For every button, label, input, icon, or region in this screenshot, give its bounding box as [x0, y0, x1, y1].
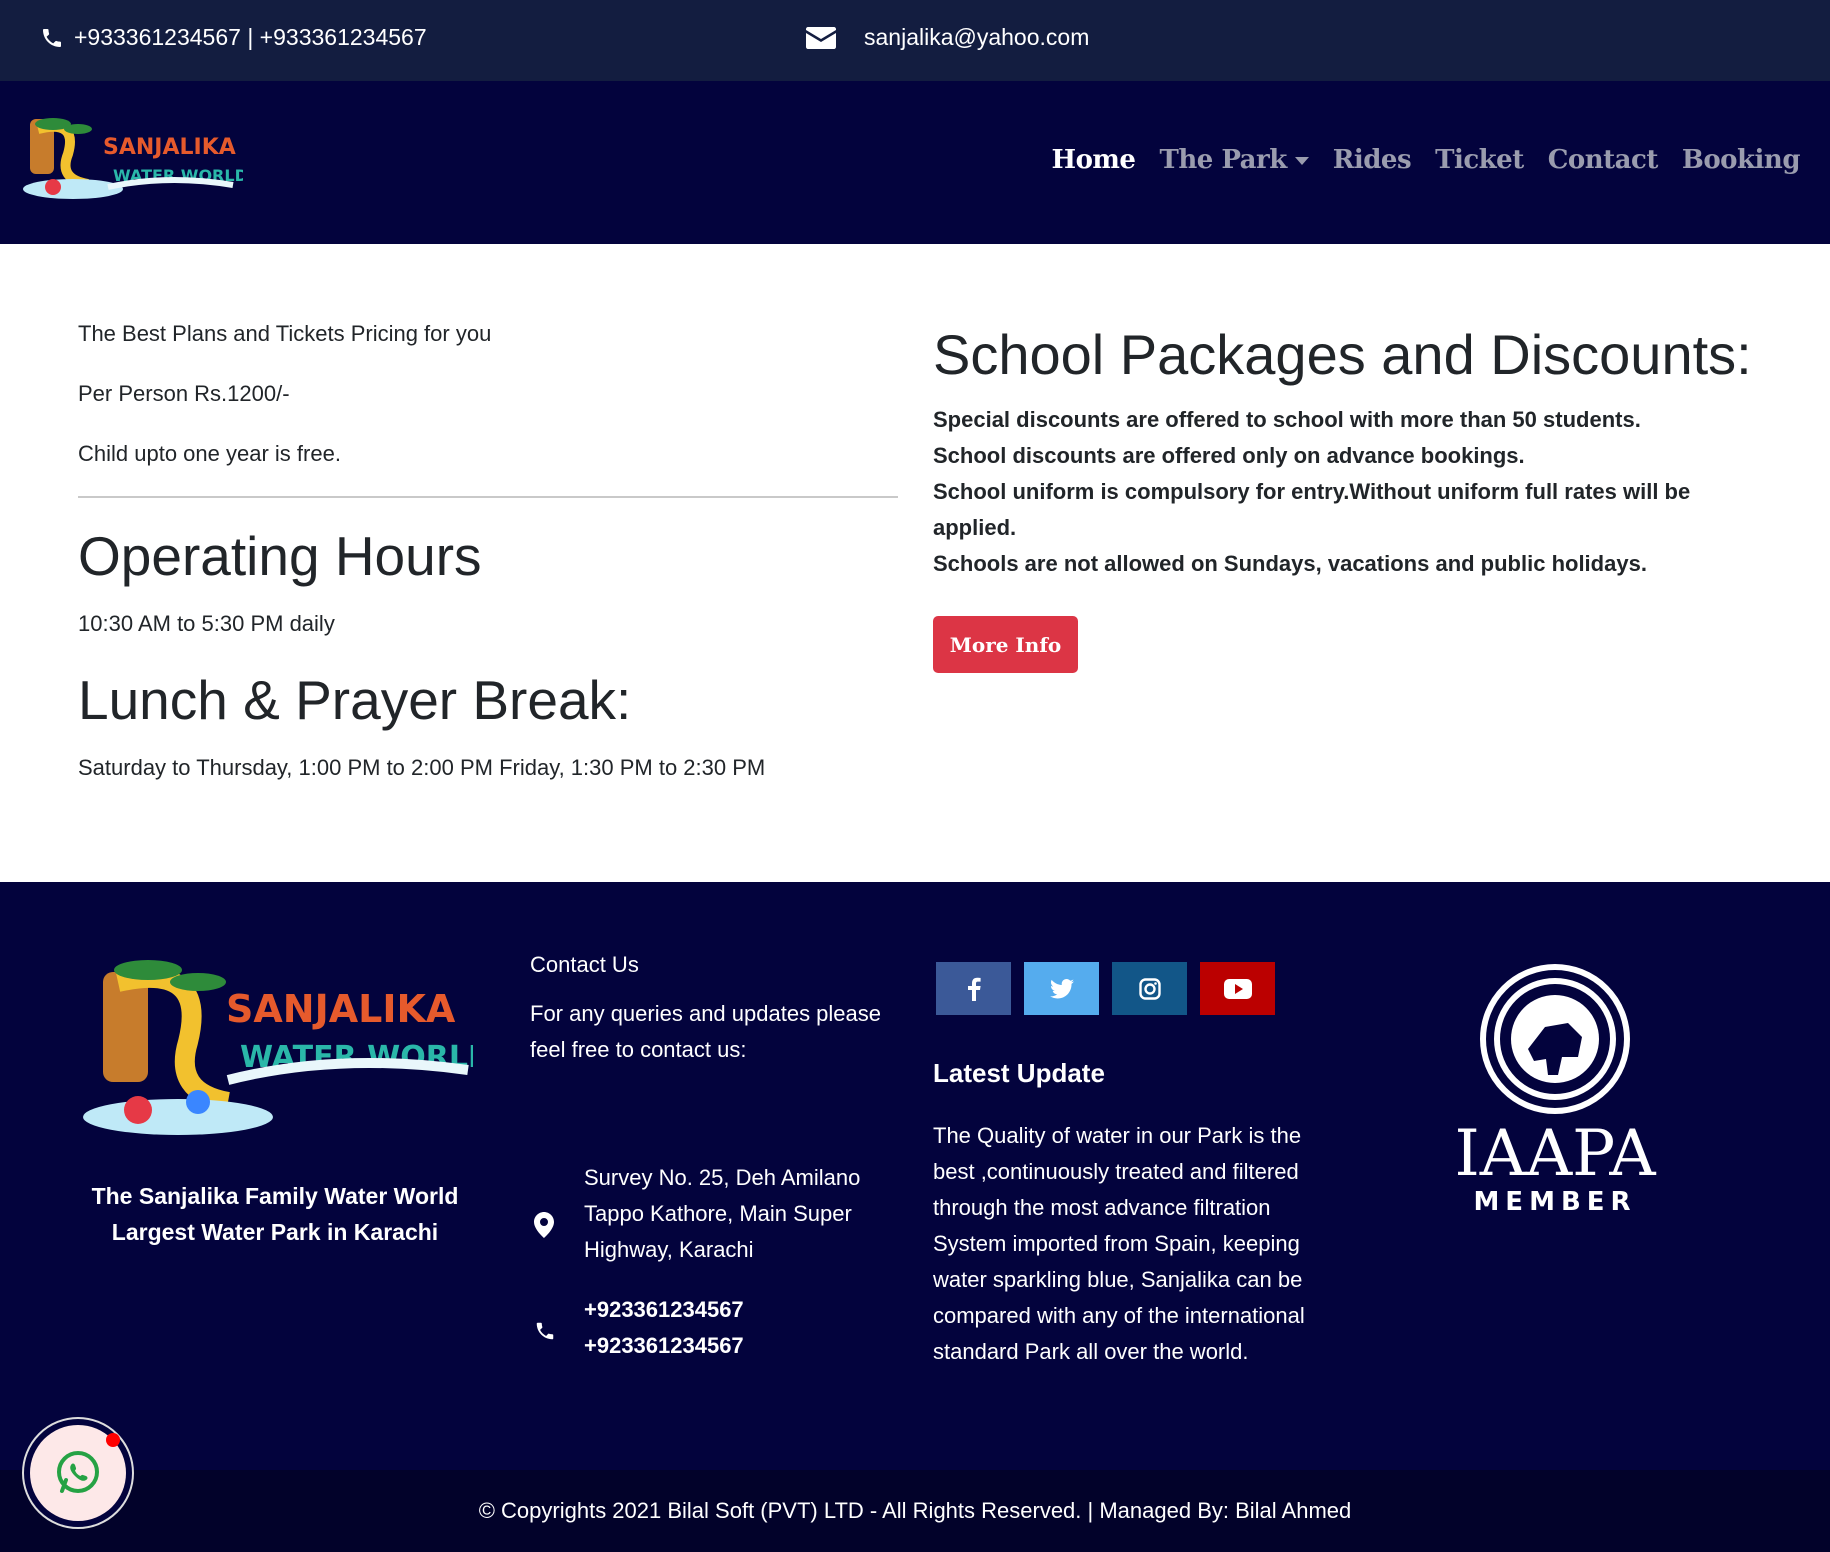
nav-the-park-label: The Park [1159, 145, 1287, 175]
facebook-icon [967, 977, 981, 1001]
school-line: Schools are not allowed on Sundays, vaca… [933, 551, 1647, 576]
footer: SANJALIKA WATER WORLD The Sanjalika Fami… [0, 882, 1830, 1470]
more-info-button[interactable]: More Info [933, 616, 1078, 673]
footer-tagline: The Sanjalika Family Water World Largest… [60, 1178, 490, 1250]
iaapa-member-logo: IAAPA MEMBER [1450, 957, 1660, 1217]
contact-desc: For any queries and updates please feel … [530, 1001, 882, 1062]
svg-text:IAAPA: IAAPA [1454, 1117, 1656, 1191]
school-line: Special discounts are offered to school … [933, 407, 1641, 432]
twitter-button[interactable] [1024, 962, 1099, 1015]
top-phone[interactable]: +933361234567 | +933361234567 [40, 24, 427, 51]
pricing-child: Child upto one year is free. [78, 441, 341, 466]
nav-the-park[interactable]: The Park [1159, 145, 1309, 175]
contact-column: Contact Us For any queries and updates p… [530, 952, 890, 1358]
svg-text:MEMBER: MEMBER [1473, 1187, 1636, 1217]
phone-icon [43, 28, 61, 47]
footer-phone-1[interactable]: +923361234567 [584, 1292, 744, 1328]
svg-text:SANJALIKA: SANJALIKA [103, 135, 236, 160]
footer-phone-2[interactable]: +923361234567 [584, 1328, 744, 1364]
latest-update-title: Latest Update [933, 1058, 1105, 1088]
nav-booking[interactable]: Booking [1682, 145, 1801, 175]
school-line: School uniform is compulsory for entry.W… [933, 479, 1691, 540]
operating-hours-text: 10:30 AM to 5:30 PM daily [78, 611, 335, 636]
latest-update-text: The Quality of water in our Park is the … [933, 1123, 1305, 1364]
pricing-intro: The Best Plans and Tickets Pricing for y… [78, 321, 492, 346]
envelope-icon [806, 26, 836, 49]
contact-title: Contact Us [530, 952, 639, 977]
tagline-line-1: The Sanjalika Family Water World [91, 1183, 459, 1209]
copyright-bar: © Copyrights 2021 Bilal Soft (PVT) LTD -… [0, 1470, 1830, 1552]
pricing-per-person: Per Person Rs.1200/- [78, 381, 290, 406]
school-line: School discounts are offered only on adv… [933, 443, 1525, 468]
site-logo[interactable]: SANJALIKA WATER WORLD [18, 109, 248, 209]
copyright-text: © Copyrights 2021 Bilal Soft (PVT) LTD -… [478, 1498, 1352, 1523]
svg-text:SANJALIKA: SANJALIKA [226, 987, 456, 1031]
school-title: School Packages and Discounts: [933, 323, 1752, 386]
social-links [936, 962, 1353, 1015]
nav-contact[interactable]: Contact [1548, 145, 1659, 175]
nav-rides[interactable]: Rides [1333, 145, 1412, 175]
youtube-button[interactable] [1200, 962, 1275, 1015]
instagram-button[interactable] [1112, 962, 1187, 1015]
lunch-break-text: Saturday to Thursday, 1:00 PM to 2:00 PM… [78, 755, 766, 780]
location-pin-icon [534, 1212, 554, 1238]
top-email[interactable]: sanjalika@yahoo.com [806, 24, 1089, 51]
phone-icon [536, 1322, 554, 1340]
lunch-break-title: Lunch & Prayer Break: [78, 669, 632, 731]
footer-phones: +923361234567 +923361234567 [584, 1292, 744, 1364]
instagram-icon [1138, 977, 1161, 1000]
nav-ticket[interactable]: Ticket [1435, 145, 1524, 175]
nav-home[interactable]: Home [1052, 145, 1136, 175]
chevron-down-icon [1294, 157, 1309, 165]
main-content: The Best Plans and Tickets Pricing for y… [0, 244, 1830, 882]
school-discount-list: Special discounts are offered to school … [933, 402, 1753, 582]
main-navbar: SANJALIKA WATER WORLD Home The Park Ride… [0, 81, 1830, 244]
youtube-icon [1223, 978, 1252, 999]
whatsapp-button[interactable] [22, 1417, 134, 1529]
address-text: Survey No. 25, Deh Amilano Tappo Kathore… [584, 1165, 861, 1262]
twitter-icon [1049, 978, 1074, 998]
divider [78, 496, 898, 498]
facebook-button[interactable] [936, 962, 1011, 1015]
update-column: Latest Update The Quality of water in ou… [933, 962, 1353, 1364]
operating-hours-title: Operating Hours [78, 525, 482, 587]
nav-menu: Home The Park Rides Ticket Contact Booki… [1052, 145, 1801, 175]
top-phone-text: +933361234567 | +933361234567 [74, 24, 427, 50]
tagline-line-2: Largest Water Park in Karachi [111, 1219, 439, 1245]
notification-dot [106, 1433, 120, 1447]
footer-logo[interactable]: SANJALIKA WATER WORLD [78, 952, 493, 1142]
top-email-text: sanjalika@yahoo.com [864, 24, 1090, 50]
whatsapp-icon [57, 1451, 99, 1493]
top-bar: +933361234567 | +933361234567 sanjalika@… [0, 0, 1830, 81]
